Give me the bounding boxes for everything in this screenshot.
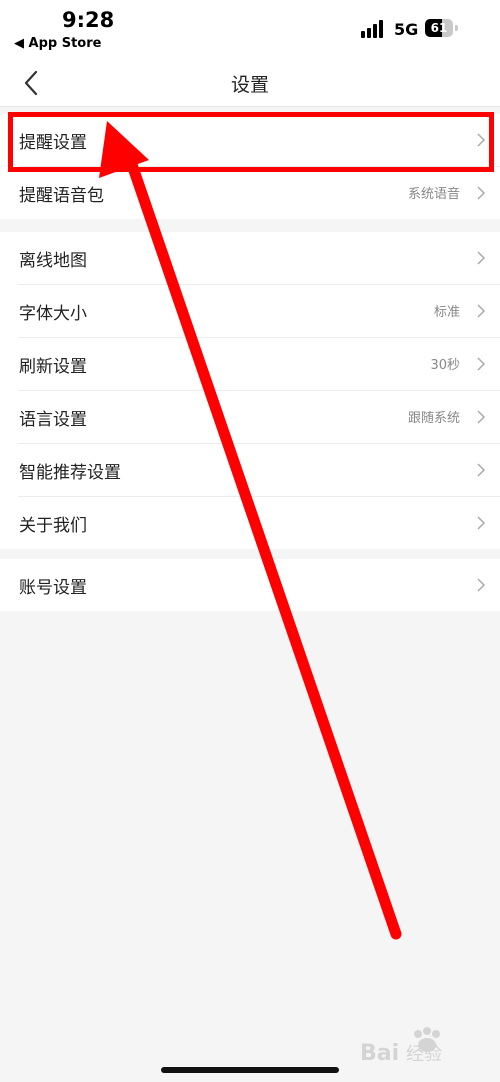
settings-group-account: 账号设置: [0, 559, 500, 611]
chevron-right-icon: [477, 357, 486, 371]
chevron-right-icon: [477, 251, 486, 265]
svg-text:Bai: Bai: [360, 1041, 399, 1066]
baidu-jingyan-watermark-logo: Bai 经验: [360, 1027, 442, 1066]
settings-group-general: 离线地图 字体大小 标准 刷新设置 30秒 语言设置 跟随系统 智能推荐设置 关…: [0, 232, 500, 549]
row-label: 字体大小: [19, 304, 87, 324]
row-value: 30秒: [430, 358, 460, 373]
battery-icon: 61: [425, 19, 459, 37]
chevron-right-icon: [477, 304, 486, 318]
row-label: 语言设置: [19, 410, 87, 430]
back-to-app-store-link[interactable]: ◀ App Store: [14, 36, 101, 51]
settings-row-voice-pack[interactable]: 提醒语音包 系统语音: [18, 167, 500, 219]
chevron-right-icon: [477, 516, 486, 530]
row-value: 系统语音: [407, 187, 460, 202]
row-label: 刷新设置: [19, 357, 87, 377]
back-button[interactable]: [14, 66, 50, 100]
chevron-left-icon: [24, 70, 38, 96]
row-label: 智能推荐设置: [19, 463, 121, 483]
chevron-right-icon: [477, 410, 486, 424]
row-value: 标准: [433, 305, 460, 320]
row-label: 关于我们: [19, 516, 87, 536]
network-type: 5G: [394, 20, 419, 39]
settings-row-refresh[interactable]: 刷新设置 30秒: [18, 338, 500, 391]
home-indicator[interactable]: [161, 1067, 339, 1073]
svg-text:经验: 经验: [406, 1044, 442, 1065]
chevron-right-icon: [477, 578, 486, 592]
status-time: 9:28: [62, 8, 115, 32]
settings-row-language[interactable]: 语言设置 跟随系统: [18, 391, 500, 444]
row-label: 账号设置: [19, 578, 87, 598]
status-bar: 9:28 ◀ App Store 5G 61: [0, 0, 500, 60]
chevron-right-icon: [477, 186, 486, 200]
settings-row-offline-map[interactable]: 离线地图: [18, 232, 500, 285]
settings-row-smart-recommend[interactable]: 智能推荐设置: [18, 444, 500, 497]
settings-row-about-us[interactable]: 关于我们: [18, 497, 500, 549]
page-title: 设置: [230, 74, 269, 96]
row-label: 提醒语音包: [19, 186, 104, 206]
navigation-bar: 设置: [0, 60, 500, 107]
settings-row-font-size[interactable]: 字体大小 标准: [18, 285, 500, 338]
battery-percent: 61: [430, 21, 448, 35]
annotation-highlight-box: [8, 112, 494, 172]
row-value: 跟随系统: [407, 411, 460, 426]
settings-row-account[interactable]: 账号设置: [18, 559, 500, 611]
chevron-right-icon: [477, 463, 486, 477]
cellular-signal-icon: [361, 20, 383, 38]
row-label: 离线地图: [19, 251, 87, 271]
